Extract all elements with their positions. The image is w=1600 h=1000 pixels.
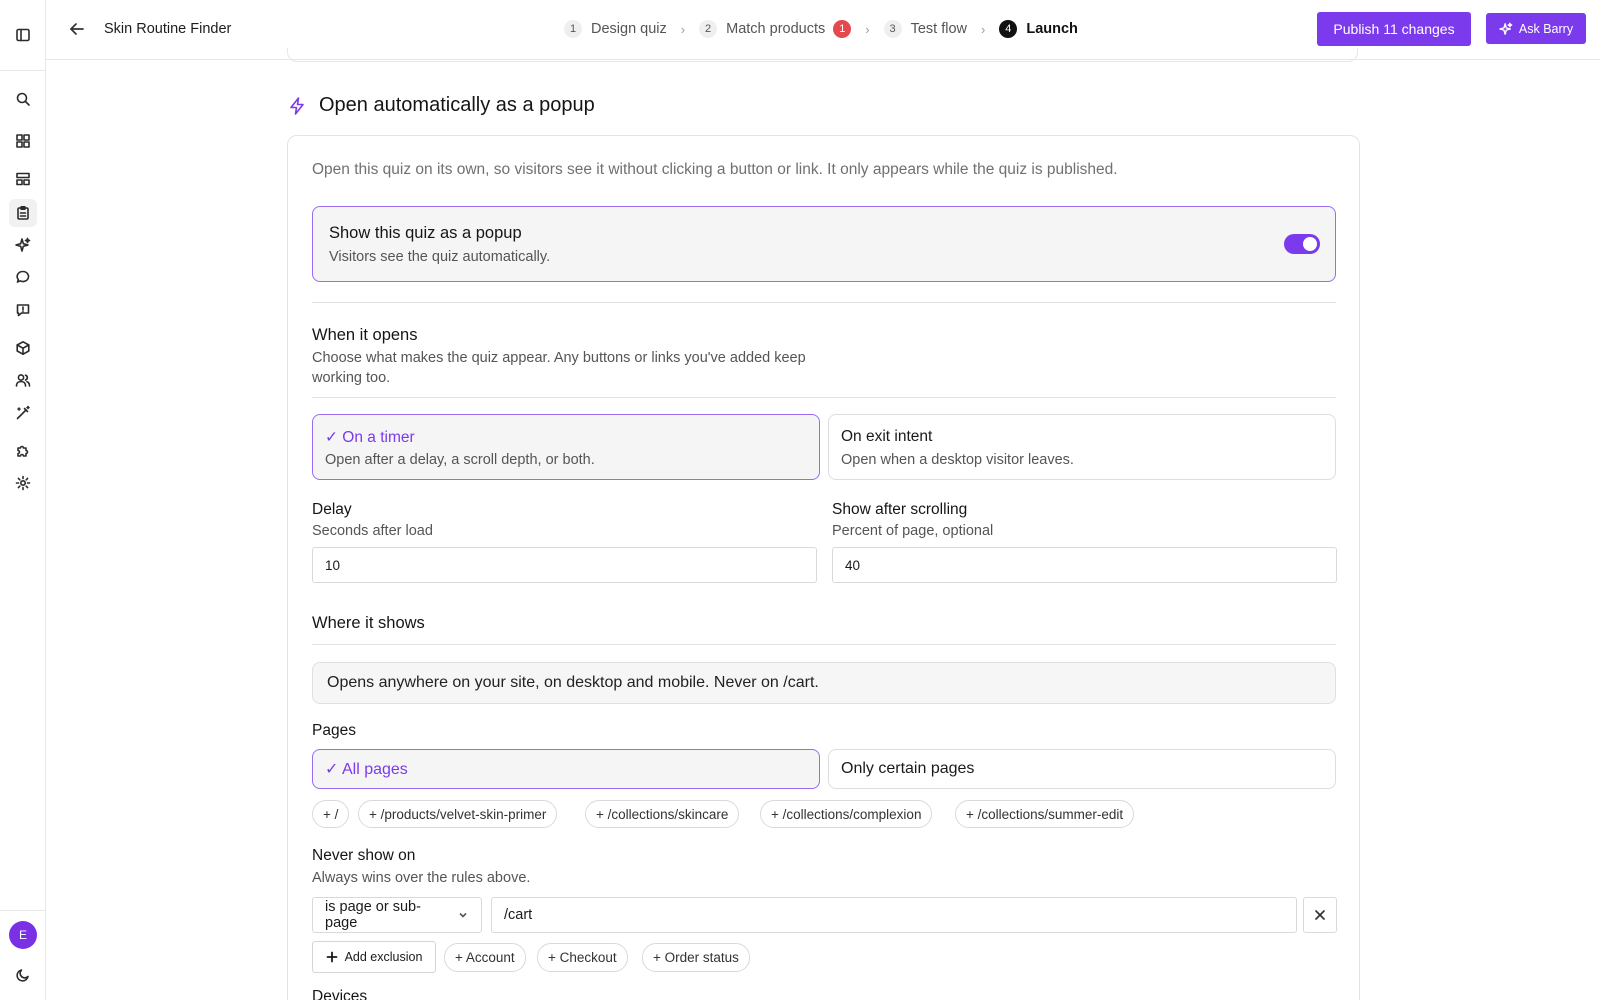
section-title: Open automatically as a popup — [319, 94, 595, 116]
divider — [312, 397, 1336, 398]
delay-input[interactable]: 10 — [312, 547, 817, 583]
exclusion-chip-account[interactable]: + Account — [444, 943, 526, 972]
when-it-opens-heading: When it opens — [312, 326, 418, 344]
option-subtitle: Open after a delay, a scroll depth, or b… — [325, 452, 595, 468]
step-number: 4 — [999, 20, 1018, 38]
scroll-percent-input[interactable]: 40 — [832, 547, 1337, 583]
option-title: On exit intent — [841, 428, 933, 445]
layout-icon[interactable] — [9, 165, 37, 193]
dashboard-icon[interactable] — [9, 127, 37, 155]
divider — [312, 302, 1336, 303]
option-on-a-timer[interactable]: ✓ On a timer Open after a delay, a scrol… — [312, 414, 820, 480]
page-chip[interactable]: + /collections/summer-edit — [955, 800, 1135, 828]
step-label: Test flow — [910, 21, 968, 37]
publish-button[interactable]: Publish 11 changes — [1317, 12, 1471, 46]
when-it-opens-desc-line2: working too. — [312, 370, 391, 386]
step-number: 3 — [883, 20, 902, 38]
sparkles-icon[interactable] — [9, 231, 37, 259]
popup-toggle-subtitle: Visitors see the quiz automatically. — [329, 249, 551, 265]
devices-heading: Devices — [312, 988, 368, 1000]
section-header: Open automatically as a popup — [287, 94, 595, 117]
sidebar-toggle-icon[interactable] — [9, 21, 37, 49]
toggle-knob — [1303, 237, 1317, 251]
left-rail: E — [0, 0, 46, 1000]
delay-sublabel: Seconds after load — [312, 523, 433, 539]
page-chip[interactable]: + /products/velvet-skin-primer — [358, 800, 558, 828]
divider — [312, 644, 1336, 645]
chevron-right-icon: › — [981, 21, 986, 37]
puzzle-icon[interactable] — [9, 437, 37, 465]
step-label: Match products — [726, 21, 826, 37]
magic-wand-icon[interactable] — [9, 399, 37, 427]
close-icon — [1315, 910, 1325, 920]
popup-toggle-title: Show this quiz as a popup — [329, 224, 522, 242]
option-title: ✓ On a timer — [325, 429, 415, 446]
when-it-opens-desc-line1: Choose what makes the quiz appear. Any b… — [312, 350, 806, 366]
match-type-value: is page or sub-page — [325, 899, 421, 931]
settings-icon[interactable] — [9, 469, 37, 497]
message-square-icon[interactable] — [9, 296, 37, 324]
avatar[interactable]: E — [9, 921, 37, 949]
option-on-exit-intent[interactable]: On exit intent Open when a desktop visit… — [828, 414, 1336, 480]
page-chip[interactable]: + /collections/complexion — [760, 800, 933, 828]
option-all-pages[interactable]: ✓ All pages — [312, 749, 820, 789]
plus-icon — [326, 951, 337, 963]
exclusion-path-input[interactable]: /cart — [491, 897, 1297, 933]
step-design-quiz[interactable]: 1 Design quiz — [564, 20, 667, 38]
lightning-icon — [290, 96, 304, 115]
delay-label: Delay — [312, 501, 352, 518]
users-icon[interactable] — [9, 366, 37, 394]
previous-card-edge — [287, 48, 1358, 62]
quiz-clipboard-icon[interactable] — [9, 199, 37, 227]
sparkles-icon — [1499, 22, 1513, 35]
chevron-down-icon — [459, 912, 467, 918]
exclusion-chip-checkout[interactable]: + Checkout — [537, 943, 628, 972]
chevron-right-icon: › — [680, 21, 686, 37]
add-exclusion-label: Add exclusion — [344, 950, 423, 964]
step-match-products[interactable]: 2 Match products 1 — [699, 20, 852, 38]
step-test-flow[interactable]: 3 Test flow — [883, 20, 968, 38]
page-chip[interactable]: + / — [312, 800, 350, 828]
page-title: Skin Routine Finder — [104, 21, 232, 37]
remove-exclusion-button[interactable] — [1303, 897, 1337, 933]
popup-toggle-row[interactable]: Show this quiz as a popup Visitors see t… — [312, 206, 1336, 282]
popup-toggle-switch[interactable] — [1284, 234, 1320, 254]
option-only-certain-pages[interactable]: Only certain pages — [828, 749, 1336, 789]
ask-barry-label: Ask Barry — [1518, 21, 1574, 36]
step-launch[interactable]: 4 Launch — [999, 20, 1078, 38]
scroll-sublabel: Percent of page, optional — [832, 523, 994, 539]
chat-icon[interactable] — [9, 263, 37, 291]
exclusion-chip-order-status[interactable]: + Order status — [642, 943, 750, 972]
page-chip[interactable]: + /collections/skincare — [585, 800, 740, 828]
search-icon[interactable] — [9, 85, 37, 113]
step-number: 2 — [699, 20, 718, 38]
where-it-shows-heading: Where it shows — [312, 614, 425, 632]
rail-divider — [0, 910, 46, 911]
step-label: Design quiz — [591, 21, 667, 37]
never-show-subtitle: Always wins over the rules above. — [312, 870, 531, 886]
rail-header — [0, 0, 45, 71]
option-subtitle: Open when a desktop visitor leaves. — [841, 452, 1074, 468]
pages-label: Pages — [312, 722, 356, 739]
popup-settings-card: Open this quiz on its own, so visitors s… — [287, 135, 1360, 1000]
ask-barry-button[interactable]: Ask Barry — [1486, 13, 1586, 44]
never-show-heading: Never show on — [312, 847, 416, 864]
step-label: Launch — [1026, 21, 1078, 37]
match-type-select[interactable]: is page or sub-page — [312, 897, 482, 933]
chevron-right-icon: › — [865, 21, 870, 37]
step-progress: 1 Design quiz › 2 Match products 1 › 3 T… — [564, 18, 1078, 40]
step-number: 1 — [564, 20, 582, 38]
box-icon[interactable] — [9, 334, 37, 362]
back-arrow-icon[interactable] — [66, 18, 88, 40]
scroll-label: Show after scrolling — [832, 501, 968, 518]
moon-icon[interactable] — [9, 961, 37, 989]
alert-badge: 1 — [833, 20, 852, 38]
where-summary: Opens anywhere on your site, on desktop … — [312, 662, 1336, 704]
section-intro: Open this quiz on its own, so visitors s… — [312, 161, 1118, 178]
add-exclusion-button[interactable]: Add exclusion — [312, 941, 436, 973]
